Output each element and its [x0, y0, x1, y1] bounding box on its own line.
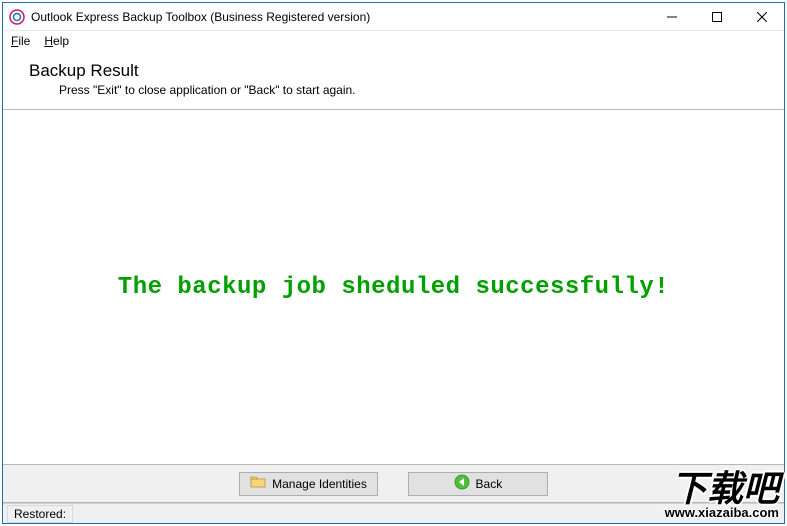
window-controls [649, 3, 784, 30]
manage-identities-label: Manage Identities [272, 477, 367, 491]
folder-icon [250, 476, 266, 491]
menu-help[interactable]: Help [44, 34, 69, 48]
page-subtitle: Press "Exit" to close application or "Ba… [29, 83, 774, 97]
manage-identities-button[interactable]: Manage Identities [239, 472, 378, 496]
titlebar: Outlook Express Backup Toolbox (Business… [3, 3, 784, 31]
button-bar: Manage Identities Back [3, 465, 784, 503]
maximize-button[interactable] [694, 3, 739, 30]
menubar: File Help [3, 31, 784, 51]
status-restored: Restored: [7, 505, 73, 523]
header-panel: Backup Result Press "Exit" to close appl… [3, 51, 784, 110]
menu-file[interactable]: File [11, 34, 30, 48]
minimize-button[interactable] [649, 3, 694, 30]
main-content: The backup job sheduled successfully! [3, 110, 784, 465]
back-button[interactable]: Back [408, 472, 548, 496]
back-arrow-icon [454, 474, 470, 493]
app-window: Outlook Express Backup Toolbox (Business… [2, 2, 785, 524]
app-icon [9, 9, 25, 25]
statusbar: Restored: [3, 503, 784, 523]
close-button[interactable] [739, 3, 784, 30]
success-message: The backup job sheduled successfully! [118, 274, 669, 301]
back-label: Back [476, 477, 503, 491]
window-title: Outlook Express Backup Toolbox (Business… [31, 10, 370, 24]
page-title: Backup Result [29, 61, 774, 81]
